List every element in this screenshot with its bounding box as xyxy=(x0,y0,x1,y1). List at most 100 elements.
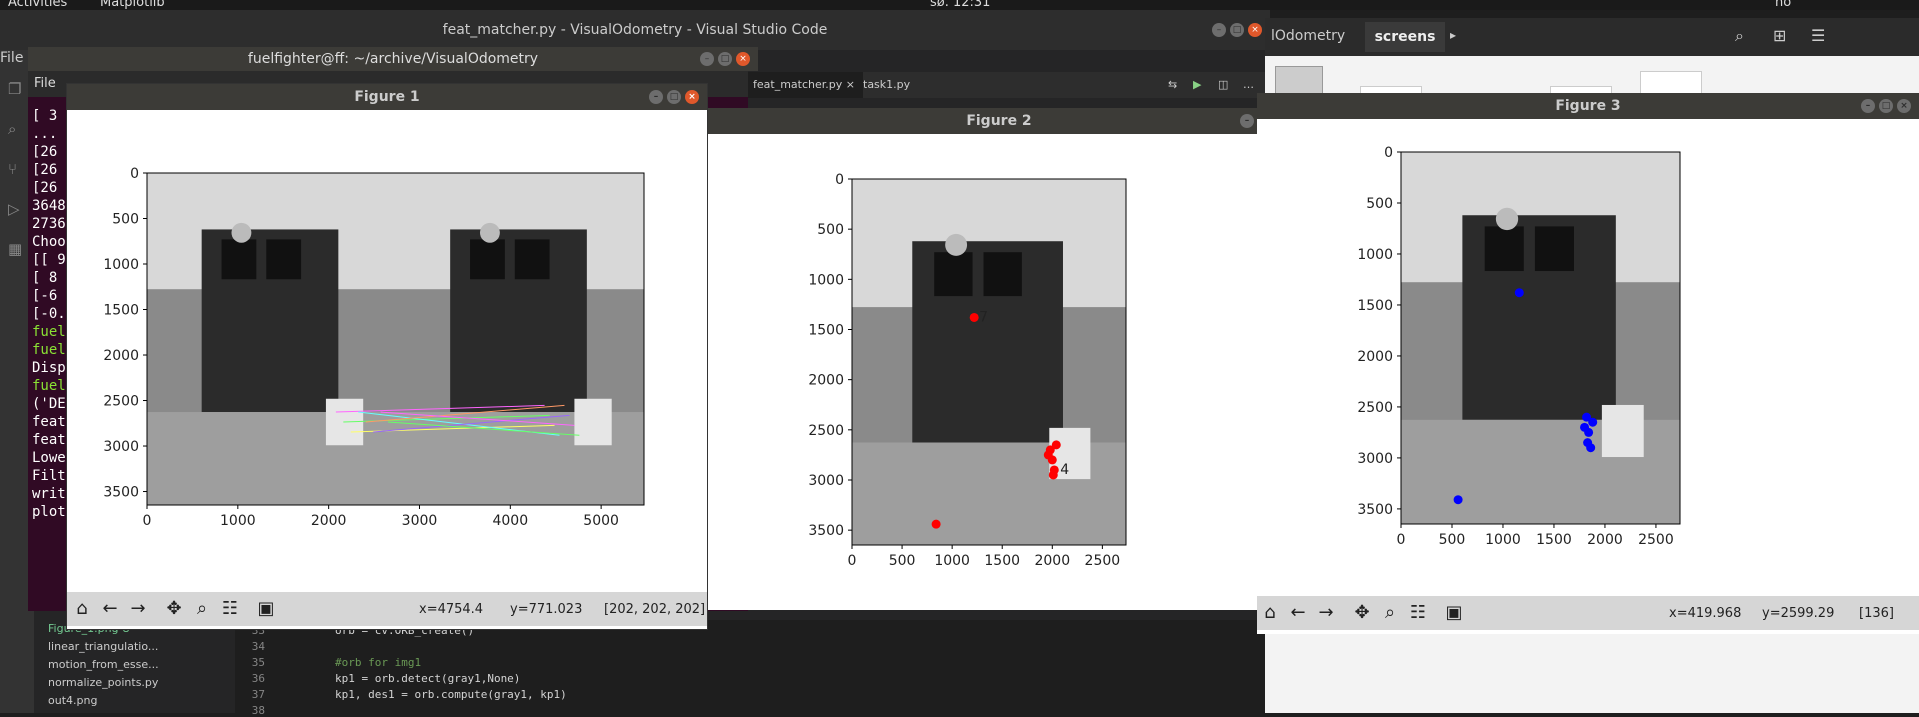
files-icon[interactable]: ❐ xyxy=(8,80,26,98)
tab-task1[interactable]: task1.py xyxy=(855,72,918,98)
terminal-line: feat xyxy=(32,414,66,430)
right-image xyxy=(395,173,644,505)
figure-1-window: Figure 1 – □ × 0 1000 2000 3000 4000 5000 0 500… xyxy=(66,83,708,630)
configure-subplots-icon[interactable]: ☷ xyxy=(1407,602,1429,624)
figure-3-plot[interactable]: 0 500 1000 1500 2000 2500 0 500 1000 1500 2000 2500… xyxy=(1257,119,1919,596)
y-tick-label: 3500 xyxy=(103,485,139,501)
close-icon[interactable]: × xyxy=(736,52,750,66)
list-item[interactable]: motion_from_esse... xyxy=(48,656,178,674)
tab-label: feat_matcher.py xyxy=(753,78,843,91)
path-segment[interactable]: lOdometry xyxy=(1271,28,1345,44)
forward-icon[interactable]: → xyxy=(127,598,149,620)
x-tick-label: 3000 xyxy=(402,513,438,529)
close-icon[interactable]: × xyxy=(1897,99,1911,113)
close-icon[interactable]: × xyxy=(1248,23,1262,37)
figure-2-titlebar: Figure 2 – □ × xyxy=(700,108,1298,134)
search-icon[interactable]: ⌕ xyxy=(8,120,26,138)
x-tick-label: 0 xyxy=(848,553,857,569)
menu-icon[interactable]: ☰ xyxy=(1811,26,1825,45)
y-tick-label: 2500 xyxy=(1357,400,1393,416)
image xyxy=(1401,152,1680,524)
cursor-x-readout: x=419.968 xyxy=(1669,606,1742,621)
minimize-icon[interactable]: – xyxy=(1240,114,1254,128)
maximize-icon[interactable]: □ xyxy=(718,52,732,66)
maximize-icon[interactable]: □ xyxy=(1230,23,1244,37)
minimize-icon[interactable]: – xyxy=(700,52,714,66)
debug-icon[interactable]: ▷ xyxy=(8,200,26,218)
x-tick-label: 2000 xyxy=(311,513,347,529)
x-tick-label: 2000 xyxy=(1034,553,1070,569)
terminal-line: ... xyxy=(32,126,58,142)
terminal-line: [ 3 xyxy=(32,108,58,124)
terminal-file-menu[interactable]: File xyxy=(34,76,56,91)
vscode-title: feat_matcher.py - VisualOdometry - Visua… xyxy=(442,22,828,38)
zoom-icon[interactable]: ⌕ xyxy=(1379,602,1401,624)
x-tick-label: 1000 xyxy=(220,513,256,529)
list-item[interactable]: normalize_points.py xyxy=(48,674,178,692)
y-tick-label: 0 xyxy=(1384,145,1393,161)
pixel-value-readout: [136] xyxy=(1859,606,1894,621)
split-editor-icon[interactable]: ◫ xyxy=(1210,72,1236,98)
maximize-icon[interactable]: □ xyxy=(667,90,681,104)
terminal-line: feat xyxy=(32,432,66,448)
keypoint-marker xyxy=(969,312,979,322)
forward-icon[interactable]: → xyxy=(1315,602,1337,624)
terminal-title: fuelfighter@ff: ~/archive/VisualOdometry xyxy=(247,51,539,67)
figure-3-window: Figure 3 – □ × 0 500 1000 1500 2000 2500 0 500 1… xyxy=(1257,93,1919,634)
minimize-icon[interactable]: – xyxy=(649,90,663,104)
point-label: 7 xyxy=(979,309,988,325)
compare-icon[interactable]: ⇆ xyxy=(1160,72,1185,98)
minimize-icon[interactable]: – xyxy=(1212,23,1226,37)
app-menu[interactable]: Matplotlib xyxy=(100,0,165,10)
explorer-panel: Figure_1.png U linear_triangulatio... mo… xyxy=(48,620,178,713)
figure-2-plot[interactable]: 7 4 0 500 1000 1500 2000 2500 0 500 1000 1500 2000 25… xyxy=(700,134,1298,610)
y-tick-label: 2000 xyxy=(808,373,844,389)
left-image xyxy=(147,173,396,505)
save-icon[interactable]: ▣ xyxy=(255,598,277,620)
view-grid-icon[interactable]: ⊞ xyxy=(1773,26,1786,45)
y-tick-label: 3500 xyxy=(1357,502,1393,518)
search-icon[interactable]: ⌕ xyxy=(1735,26,1744,46)
point-label: 4 xyxy=(1060,462,1069,478)
y-tick-label: 3000 xyxy=(808,473,844,489)
code-editor[interactable]: 33 orb = cv.ORB_create() 34 35 #orb for im… xyxy=(235,620,1265,717)
y-tick-label: 2500 xyxy=(808,423,844,439)
pan-icon[interactable]: ✥ xyxy=(163,598,185,620)
keypoint-marker xyxy=(1588,417,1598,427)
file-menu[interactable]: File xyxy=(0,50,23,66)
home-icon[interactable]: ⌂ xyxy=(71,598,93,620)
system-top-bar: Activities Matplotlib sø. 12:31 no xyxy=(0,0,1919,10)
path-segment-current[interactable]: screens xyxy=(1365,22,1445,52)
pan-icon[interactable]: ✥ xyxy=(1351,602,1373,624)
minimize-icon[interactable]: – xyxy=(1861,99,1875,113)
x-tick-label: 0 xyxy=(143,513,152,529)
close-icon[interactable]: × xyxy=(685,90,699,104)
terminal-line: [[ 9 xyxy=(32,252,66,268)
y-tick-label: 1000 xyxy=(1357,247,1393,263)
save-icon[interactable]: ▣ xyxy=(1443,602,1465,624)
tab-feat-matcher[interactable]: feat_matcher.py × xyxy=(745,72,863,98)
home-icon[interactable]: ⌂ xyxy=(1259,602,1281,624)
editor-tabs: feat_matcher.py × task1.py ⇆ ▶ ◫ … xyxy=(740,72,1270,98)
configure-subplots-icon[interactable]: ☷ xyxy=(219,598,241,620)
line-number: 36 xyxy=(251,672,265,685)
terminal-line: [26 xyxy=(32,162,58,178)
run-icon[interactable]: ▶ xyxy=(1185,72,1209,98)
extensions-icon[interactable]: ▦ xyxy=(8,240,26,258)
language-indicator[interactable]: no xyxy=(1775,0,1791,10)
list-item[interactable]: linear_triangulatio... xyxy=(48,638,178,656)
back-icon[interactable]: ← xyxy=(1287,602,1309,624)
figure-1-plot[interactable]: 0 1000 2000 3000 4000 5000 0 500 1000 1500 2000 250… xyxy=(67,110,707,592)
clock[interactable]: sø. 12:31 xyxy=(930,0,990,10)
chevron-right-icon[interactable]: ▸ xyxy=(1450,28,1456,42)
back-icon[interactable]: ← xyxy=(99,598,121,620)
y-tick-label: 1500 xyxy=(103,303,139,319)
maximize-icon[interactable]: □ xyxy=(1879,99,1893,113)
list-item[interactable]: out4.png xyxy=(48,692,178,710)
zoom-icon[interactable]: ⌕ xyxy=(191,598,213,620)
source-control-icon[interactable]: ⑂ xyxy=(8,160,26,178)
terminal-line: [-6 xyxy=(32,288,58,304)
cursor-x-readout: x=4754.4 xyxy=(419,602,484,617)
activities-button[interactable]: Activities xyxy=(8,0,67,10)
keypoint-marker xyxy=(1048,470,1058,480)
